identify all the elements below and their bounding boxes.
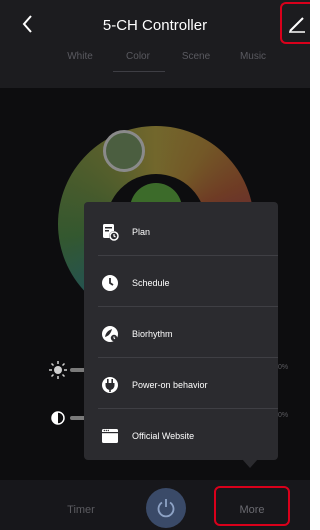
tab-color[interactable]: Color [108, 51, 168, 62]
tab-music[interactable]: Music [223, 51, 283, 62]
browser-icon [102, 429, 118, 443]
more-label: More [239, 504, 265, 516]
power-button[interactable] [146, 488, 186, 528]
controller-screen: 5-CH Controller White Color Scene Music [0, 0, 310, 530]
brightness-value: 0% [278, 364, 289, 371]
menu-item-power-on-behavior[interactable]: Power-on behavior [84, 358, 278, 409]
tab-white[interactable]: White [50, 51, 110, 62]
active-tab-indicator [113, 71, 165, 72]
plug-icon [102, 377, 118, 393]
menu-pointer [242, 459, 258, 468]
menu-item-official-website[interactable]: Official Website [84, 409, 278, 460]
tab-scene[interactable]: Scene [166, 51, 226, 62]
contrast-value: 0% [278, 412, 289, 419]
menu-item-biorhythm[interactable]: Biorhythm [84, 307, 278, 358]
tab-bar: White Color Scene Music [0, 51, 310, 75]
menu-item-label: Official Website [132, 431, 195, 441]
timer-button[interactable]: Timer [56, 504, 106, 516]
menu-item-plan[interactable]: Plan [84, 205, 278, 256]
leaf-clock-icon [102, 326, 118, 342]
color-wheel-knob[interactable] [103, 130, 145, 172]
more-menu: Plan Schedule Biorhythm Power-on behavio… [84, 202, 278, 460]
contrast-icon [51, 411, 65, 425]
header: 5-CH Controller White Color Scene Music [0, 0, 310, 88]
menu-item-label: Biorhythm [132, 329, 173, 339]
edit-button[interactable] [280, 2, 310, 44]
clock-icon [102, 275, 118, 291]
menu-item-label: Schedule [132, 278, 170, 288]
page-title: 5-CH Controller [102, 17, 208, 34]
calendar-clock-icon [103, 224, 119, 241]
menu-item-label: Power-on behavior [132, 380, 208, 390]
sun-icon [49, 361, 67, 379]
power-icon [157, 499, 175, 518]
bottom-bar: Timer More [0, 480, 310, 530]
more-button[interactable]: More [214, 486, 290, 526]
menu-item-schedule[interactable]: Schedule [84, 256, 278, 307]
menu-item-label: Plan [132, 227, 151, 237]
pencil-icon [289, 17, 305, 33]
